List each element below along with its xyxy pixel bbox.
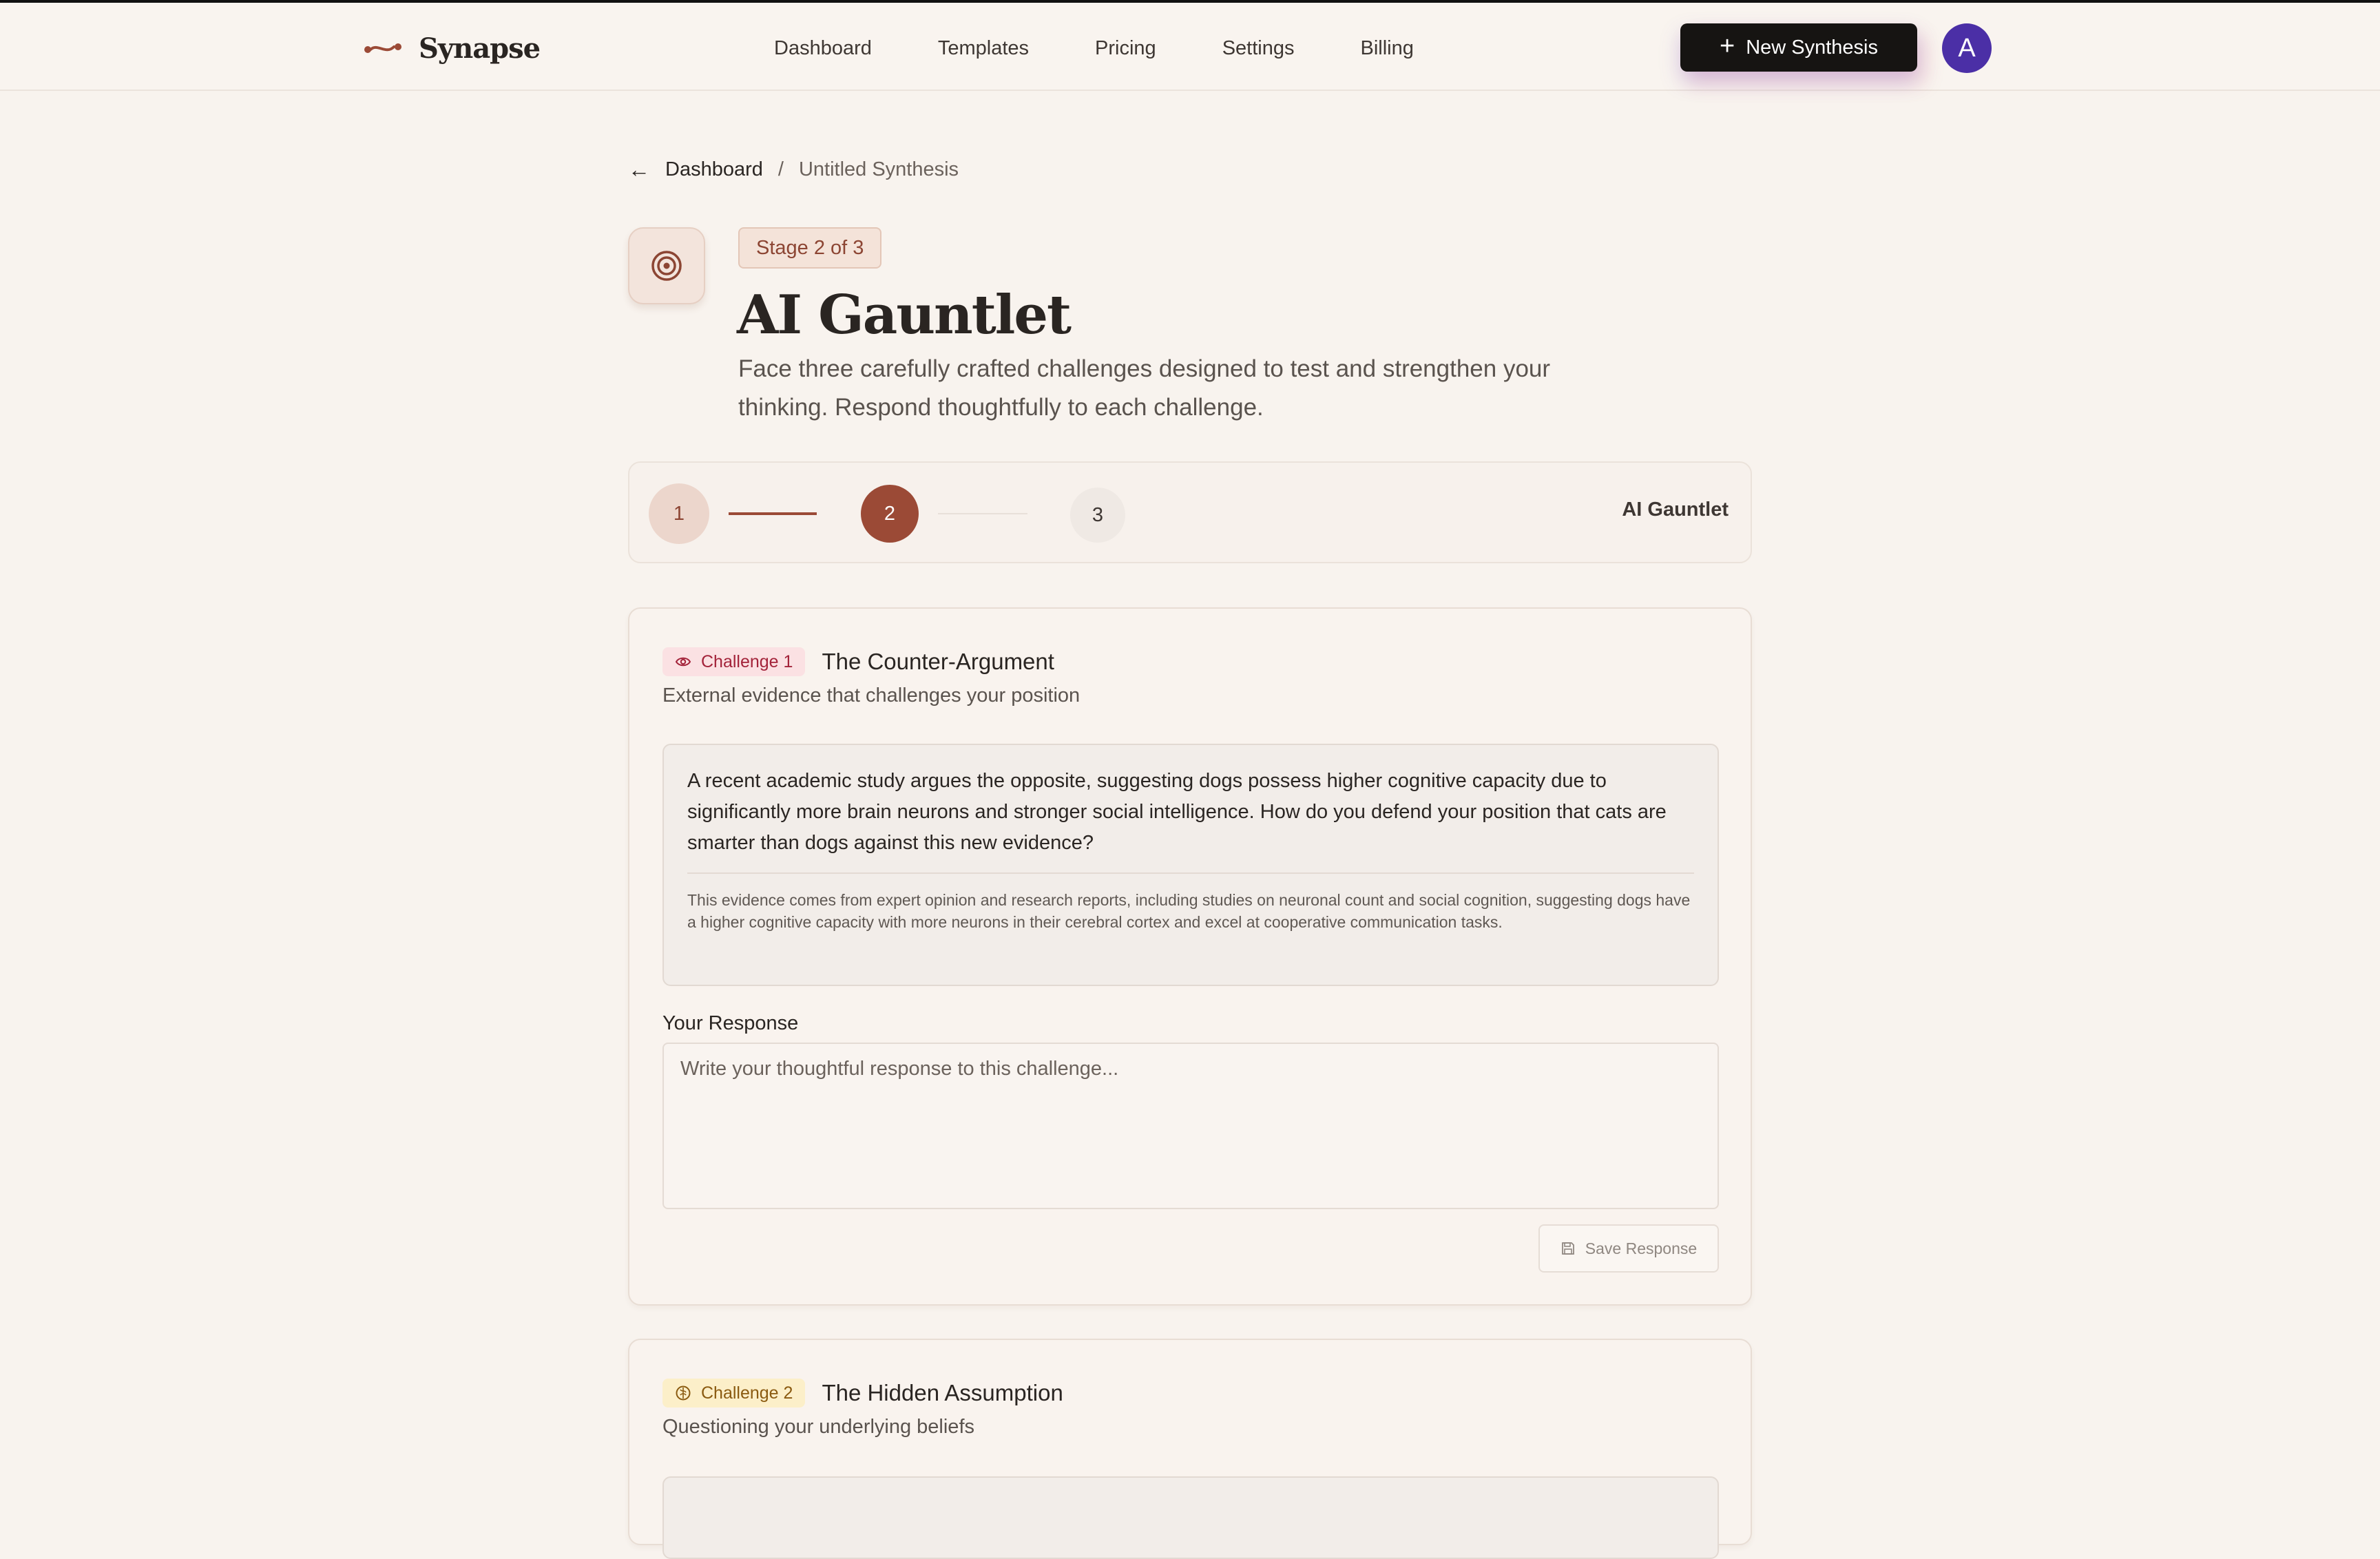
new-synthesis-label: New Synthesis (1746, 36, 1878, 59)
challenge-header: Challenge 2 The Hidden Assumption (662, 1376, 1063, 1410)
challenge-badge-label: Challenge 1 (701, 651, 793, 671)
top-navigation-bar: Synapse Dashboard Templates Pricing Sett… (0, 0, 2380, 91)
challenge-badge: Challenge 1 (662, 647, 806, 676)
app-name: Synapse (419, 32, 541, 65)
challenge-title: The Counter-Argument (822, 649, 1054, 674)
divider (687, 872, 1694, 874)
page-title: AI Gauntlet (737, 284, 1072, 346)
nav-link-billing[interactable]: Billing (1361, 34, 1414, 62)
nav-link-dashboard[interactable]: Dashboard (774, 34, 872, 62)
challenge-badge: Challenge 2 (662, 1379, 806, 1408)
stepper-stage-label: AI Gauntlet (1622, 499, 1729, 521)
step-1[interactable]: 1 (649, 483, 709, 544)
step-connector-pending (938, 513, 1027, 514)
response-textarea[interactable] (662, 1043, 1719, 1209)
challenge-card-1: Challenge 1 The Counter-Argument Externa… (628, 607, 1752, 1306)
logo-icon (364, 43, 401, 53)
evidence-source-note: This evidence comes from expert opinion … (687, 891, 1691, 931)
breadcrumb-current: Untitled Synthesis (798, 158, 959, 180)
challenge-question: A recent academic study argues the oppos… (687, 770, 1667, 854)
challenge-evidence-box: A recent academic study argues the oppos… (662, 744, 1719, 986)
challenge-card-2: Challenge 2 The Hidden Assumption Questi… (628, 1339, 1752, 1559)
save-icon (1561, 1242, 1574, 1255)
plus-icon: + (1719, 32, 1735, 61)
progress-stepper: 1 2 3 AI Gauntlet (628, 461, 1752, 563)
challenge-evidence-box (662, 1476, 1719, 1559)
breadcrumb: ← Dashboard / Untitled Synthesis (628, 156, 959, 183)
response-label: Your Response (662, 1012, 799, 1034)
breadcrumb-separator: / (777, 158, 784, 180)
step-connector-completed (729, 512, 817, 515)
eye-icon (675, 657, 691, 667)
breadcrumb-dashboard-link[interactable]: Dashboard (665, 158, 763, 181)
step-3[interactable]: 3 (1070, 488, 1125, 543)
nav-link-settings[interactable]: Settings (1222, 34, 1295, 62)
brain-icon (676, 1385, 691, 1401)
save-response-label: Save Response (1585, 1239, 1698, 1257)
target-icon (628, 227, 705, 304)
app-logo[interactable]: Synapse (364, 29, 541, 67)
page-description: Face three carefully crafted challenges … (738, 355, 1551, 421)
save-response-button[interactable]: Save Response (1538, 1224, 1719, 1273)
nav-link-pricing[interactable]: Pricing (1095, 34, 1156, 62)
challenge-badge-label: Challenge 2 (701, 1383, 793, 1403)
new-synthesis-button[interactable]: + New Synthesis (1680, 23, 1917, 72)
nav-link-templates[interactable]: Templates (938, 34, 1029, 62)
challenge-subtitle: Questioning your underlying beliefs (662, 1416, 974, 1438)
challenge-header: Challenge 1 The Counter-Argument (662, 645, 1054, 679)
challenge-title: The Hidden Assumption (822, 1380, 1063, 1405)
step-2-current[interactable]: 2 (861, 485, 919, 543)
user-avatar[interactable]: A (1942, 23, 1992, 73)
main-nav: Dashboard Templates Pricing Settings Bil… (774, 34, 1414, 62)
arrow-left-icon[interactable]: ← (628, 157, 650, 182)
stage-badge: Stage 2 of 3 (738, 227, 882, 269)
challenge-subtitle: External evidence that challenges your p… (662, 684, 1081, 707)
